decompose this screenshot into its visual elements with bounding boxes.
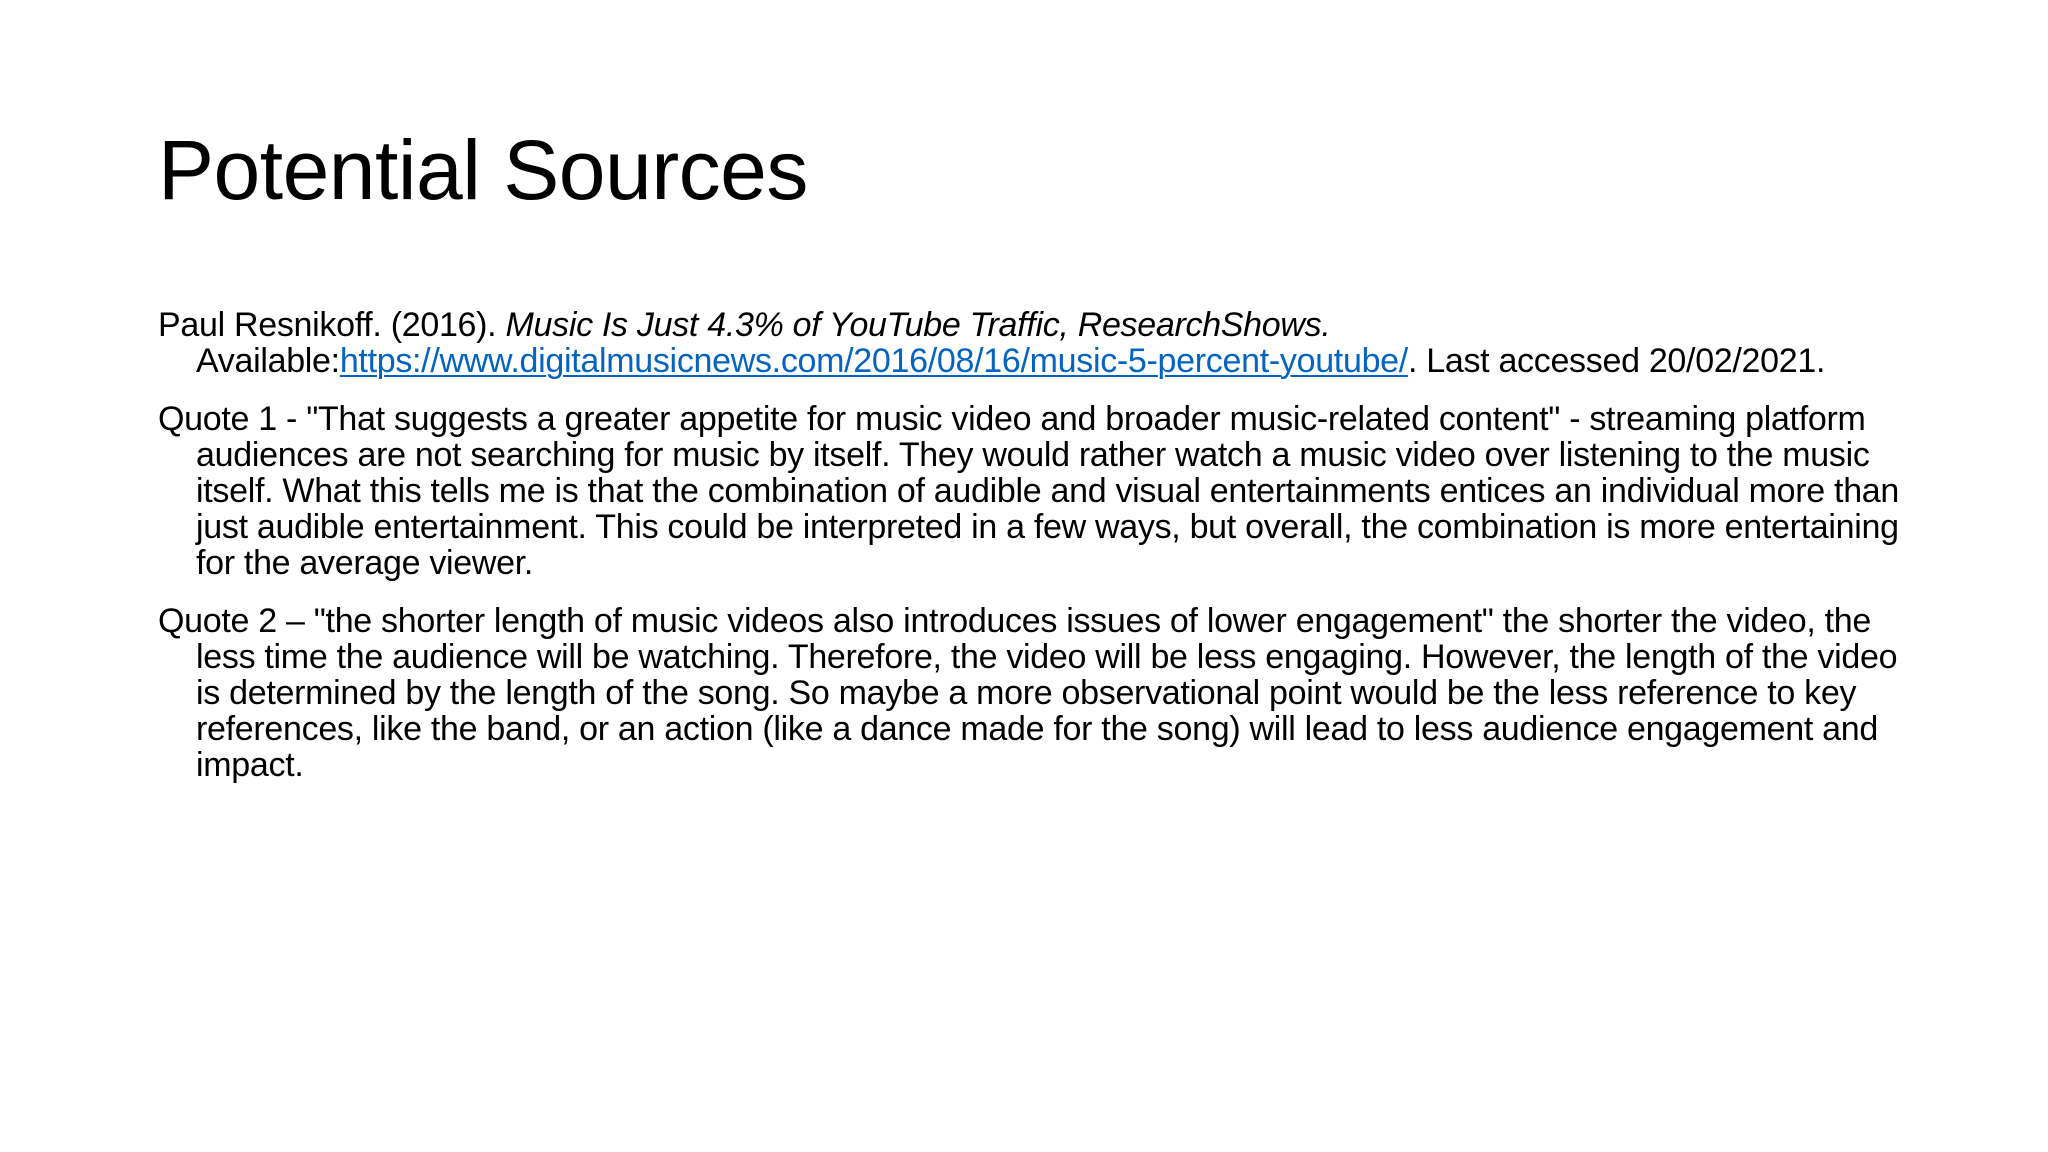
reference-author-year: Paul Resnikoff. (2016). xyxy=(158,306,506,344)
slide-body: Paul Resnikoff. (2016). Music Is Just 4.… xyxy=(158,307,1918,783)
reference-paragraph: Paul Resnikoff. (2016). Music Is Just 4.… xyxy=(158,307,1918,379)
reference-available-label: Available: xyxy=(196,342,340,380)
reference-url-link[interactable]: https://www.digitalmusicnews.com/2016/08… xyxy=(340,342,1408,380)
quote-1-paragraph: Quote 1 - "That suggests a greater appet… xyxy=(158,400,1900,582)
quote-2-paragraph: Quote 2 – "the shorter length of music v… xyxy=(158,602,1898,784)
reference-work-title: Music Is Just 4.3% of YouTube Traffic, R… xyxy=(505,306,1331,344)
slide: Potential Sources Paul Resnikoff. (2016)… xyxy=(0,0,2048,1152)
slide-title: Potential Sources xyxy=(158,123,808,217)
reference-accessed: . Last accessed 20/02/2021. xyxy=(1407,342,1826,380)
